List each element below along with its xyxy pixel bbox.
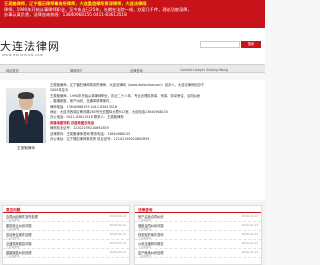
nav-item-home[interactable]: 网站首页 — [6, 68, 19, 73]
top-banner: 王英魁律师，辽宁福石律师事务所律师，大连盈信律所资深律师，大连法律网 律师，19… — [0, 0, 265, 28]
article-lists: 常见问题 合同纠纷案件怎样处理 2016-01-14 王英魁律师 股权转让纠纷问题 2… — [0, 202, 265, 265]
list-title[interactable]: 常见问题 — [3, 206, 129, 213]
list-item[interactable]: 婚姻家庭纠纷处理 2016-01-14 王英魁律师 — [3, 249, 129, 258]
list-item[interactable]: 合同纠纷案件怎样处理 2016-01-14 王英魁律师 — [3, 213, 129, 222]
list-title[interactable]: 法律咨询 — [135, 206, 261, 213]
intro-line: 办公地址：辽宁福石律师事务所 执业证号：12102199010692859 — [50, 137, 150, 142]
list-item[interactable]: 借款合同纠纷问题 2016-01-14 王英魁律师 — [135, 222, 261, 231]
lawyer-photo — [6, 88, 46, 143]
list-item[interactable]: 公司法律顾问服务 2016-01-14 王英魁律师 — [135, 240, 261, 249]
search-button[interactable]: 搜索 — [241, 41, 261, 48]
main-nav: 网站首页 律师简介 法律咨询 Contact Lawyer Xinbing Wa… — [0, 64, 265, 73]
site-logo-url: www.dalianlaw.com — [2, 53, 44, 57]
list-item[interactable]: 劳动争议案件处理 2016-01-14 王英魁律师 — [3, 231, 129, 240]
list-column-left: 常见问题 合同纠纷案件怎样处理 2016-01-14 王英魁律师 股权转让纠纷问题 2… — [2, 205, 130, 265]
list-column-right: 法律咨询 房产买卖合同纠纷 2016-01-14 王英魁律师 借款合同纠纷问题 201… — [134, 205, 262, 265]
site-logo[interactable]: 大连法律网 — [0, 38, 60, 54]
search-input[interactable] — [200, 41, 240, 48]
list-item[interactable]: 房产买卖合同纠纷 2016-01-14 王英魁律师 — [135, 213, 261, 222]
nav-item-profile[interactable]: 律师简介 — [70, 68, 83, 73]
site-header: 大连法律网 www.dalianlaw.com 搜索 — [0, 28, 265, 64]
lawyer-profile: 王英魁律师 王英魁律师，辽宁福石律师事务所律师，大连法律网（www.dalian… — [0, 80, 265, 200]
list-item[interactable]: 交通事故赔偿问题 2016-01-14 王英魁律师 — [3, 240, 129, 249]
banner-line-3: 办事认真负责，法律咨询热线：13840968155 0411-83613518 — [4, 12, 127, 18]
nav-item-contact[interactable]: Contact Lawyer Xinbing Wang — [180, 68, 228, 72]
lawyer-intro: 王英魁律师，辽宁福石律师事务所律师，大连法律网（www.dalianlaw.co… — [50, 83, 261, 142]
list-item[interactable]: 股权转让纠纷问题 2016-01-14 王英魁律师 — [3, 222, 129, 231]
nav-item-consult[interactable]: 法律咨询 — [130, 68, 143, 73]
list-item[interactable]: 遗产继承纠纷处理 2016-01-14 王英魁律师 — [135, 249, 261, 258]
list-item[interactable]: 刑事辩护案件咨询 2016-01-14 王英魁律师 — [135, 231, 261, 240]
lawyer-name: 王英魁律师 — [17, 146, 35, 150]
